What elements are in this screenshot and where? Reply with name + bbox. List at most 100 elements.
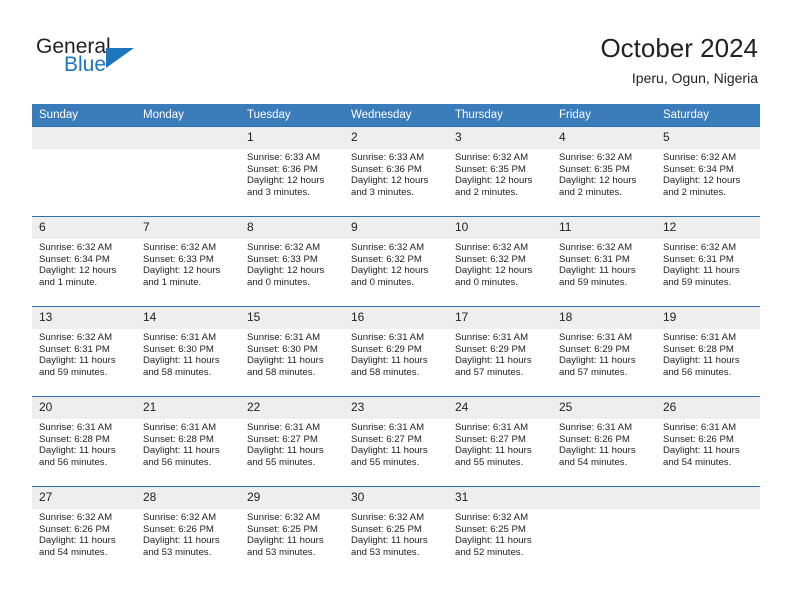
sunset-text: Sunset: 6:27 PM [247, 433, 318, 445]
day-number: 19 [656, 307, 760, 329]
calendar-day-cell[interactable]: 12 Sunrise: 6:32 AM Sunset: 6:31 PM Dayligh… [656, 216, 760, 307]
sunrise-text: Sunrise: 6:32 AM [247, 242, 321, 253]
sunrise-text: Sunrise: 6:31 AM [39, 422, 113, 433]
sunset-text: Sunset: 6:32 PM [455, 253, 526, 265]
daylight-text: Daylight: 12 hours and 3 minutes. [351, 175, 429, 198]
calendar-day-cell[interactable]: 19 Sunrise: 6:31 AM Sunset: 6:28 PM Dayligh… [656, 306, 760, 397]
calendar-day-cell[interactable]: 25 Sunrise: 6:31 AM Sunset: 6:26 PM Dayligh… [552, 396, 656, 487]
calendar-day-cell[interactable]: 23 Sunrise: 6:31 AM Sunset: 6:27 PM Dayligh… [344, 396, 448, 487]
day-details: Sunrise: 6:31 AM Sunset: 6:28 PM Daylight:… [656, 329, 760, 378]
sunset-text: Sunset: 6:26 PM [39, 523, 110, 535]
day-number: 4 [552, 127, 656, 149]
day-number: 9 [344, 217, 448, 239]
day-number [136, 127, 240, 149]
calendar-day-cell[interactable]: 2 Sunrise: 6:33 AM Sunset: 6:36 PM Daylight… [344, 126, 448, 217]
calendar-day-cell[interactable]: 9 Sunrise: 6:32 AM Sunset: 6:32 PM Daylight… [344, 216, 448, 307]
day-number [32, 127, 136, 149]
calendar-day-cell[interactable]: 29 Sunrise: 6:32 AM Sunset: 6:25 PM Dayligh… [240, 486, 344, 576]
daylight-text: Daylight: 12 hours and 1 minute. [39, 265, 117, 288]
day-number: 11 [552, 217, 656, 239]
sunrise-text: Sunrise: 6:32 AM [663, 152, 737, 163]
day-details: Sunrise: 6:31 AM Sunset: 6:27 PM Daylight:… [448, 419, 552, 468]
sunrise-text: Sunrise: 6:33 AM [247, 152, 321, 163]
page-subtitle: Iperu, Ogun, Nigeria [631, 70, 758, 86]
calendar-day-cell[interactable]: 20 Sunrise: 6:31 AM Sunset: 6:28 PM Dayligh… [32, 396, 136, 487]
sunrise-text: Sunrise: 6:32 AM [351, 512, 425, 523]
calendar-day-cell[interactable]: 16 Sunrise: 6:31 AM Sunset: 6:29 PM Dayligh… [344, 306, 448, 397]
sunrise-text: Sunrise: 6:31 AM [143, 422, 217, 433]
day-number: 26 [656, 397, 760, 419]
day-details: Sunrise: 6:33 AM Sunset: 6:36 PM Daylight:… [240, 149, 344, 198]
calendar-day-cell[interactable]: 18 Sunrise: 6:31 AM Sunset: 6:29 PM Dayligh… [552, 306, 656, 397]
day-number [552, 487, 656, 509]
day-details: Sunrise: 6:32 AM Sunset: 6:32 PM Daylight:… [448, 239, 552, 288]
sunset-text: Sunset: 6:29 PM [351, 343, 422, 355]
calendar-day-cell[interactable]: 7 Sunrise: 6:32 AM Sunset: 6:33 PM Daylight… [136, 216, 240, 307]
calendar-day-cell[interactable]: 31 Sunrise: 6:32 AM Sunset: 6:25 PM Dayligh… [448, 486, 552, 576]
day-details: Sunrise: 6:31 AM Sunset: 6:30 PM Daylight:… [136, 329, 240, 378]
day-details: Sunrise: 6:32 AM Sunset: 6:26 PM Daylight:… [136, 509, 240, 558]
day-details: Sunrise: 6:32 AM Sunset: 6:31 PM Daylight:… [32, 329, 136, 378]
calendar-day-cell[interactable]: 30 Sunrise: 6:32 AM Sunset: 6:25 PM Dayligh… [344, 486, 448, 576]
daylight-text: Daylight: 12 hours and 2 minutes. [559, 175, 637, 198]
calendar-day-cell[interactable]: 4 Sunrise: 6:32 AM Sunset: 6:35 PM Daylight… [552, 126, 656, 217]
sunset-text: Sunset: 6:30 PM [143, 343, 214, 355]
day-number: 15 [240, 307, 344, 329]
calendar-day-cell[interactable]: 27 Sunrise: 6:32 AM Sunset: 6:26 PM Dayligh… [32, 486, 136, 576]
day-number: 2 [344, 127, 448, 149]
calendar-day-cell[interactable]: 5 Sunrise: 6:32 AM Sunset: 6:34 PM Daylight… [656, 126, 760, 217]
sunset-text: Sunset: 6:35 PM [455, 163, 526, 175]
daylight-text: Daylight: 11 hours and 52 minutes. [455, 535, 532, 558]
day-number: 5 [656, 127, 760, 149]
sunset-text: Sunset: 6:28 PM [143, 433, 214, 445]
calendar-day-cell[interactable]: 3 Sunrise: 6:32 AM Sunset: 6:35 PM Daylight… [448, 126, 552, 217]
daylight-text: Daylight: 11 hours and 59 minutes. [663, 265, 740, 288]
day-details: Sunrise: 6:31 AM Sunset: 6:29 PM Daylight:… [344, 329, 448, 378]
calendar-day-cell[interactable]: 15 Sunrise: 6:31 AM Sunset: 6:30 PM Dayligh… [240, 306, 344, 397]
calendar-day-cell-empty [136, 126, 240, 217]
daylight-text: Daylight: 11 hours and 53 minutes. [143, 535, 220, 558]
day-details: Sunrise: 6:33 AM Sunset: 6:36 PM Daylight:… [344, 149, 448, 198]
sunset-text: Sunset: 6:26 PM [143, 523, 214, 535]
calendar-day-cell[interactable]: 8 Sunrise: 6:32 AM Sunset: 6:33 PM Daylight… [240, 216, 344, 307]
calendar-header-row: Sunday Monday Tuesday Wednesday Thursday… [32, 104, 760, 127]
day-number: 24 [448, 397, 552, 419]
day-number: 16 [344, 307, 448, 329]
daylight-text: Daylight: 11 hours and 56 minutes. [143, 445, 220, 468]
calendar-day-cell[interactable]: 6 Sunrise: 6:32 AM Sunset: 6:34 PM Daylight… [32, 216, 136, 307]
calendar-week-row: 6 Sunrise: 6:32 AM Sunset: 6:34 PM Daylight… [32, 216, 760, 307]
day-number: 27 [32, 487, 136, 509]
day-number: 28 [136, 487, 240, 509]
calendar-day-cell[interactable]: 1 Sunrise: 6:33 AM Sunset: 6:36 PM Daylight… [240, 126, 344, 217]
daylight-text: Daylight: 11 hours and 54 minutes. [559, 445, 636, 468]
daylight-text: Daylight: 12 hours and 2 minutes. [663, 175, 741, 198]
calendar-day-cell[interactable]: 26 Sunrise: 6:31 AM Sunset: 6:26 PM Dayligh… [656, 396, 760, 487]
calendar-day-cell-empty [656, 486, 760, 576]
sunrise-text: Sunrise: 6:32 AM [351, 242, 425, 253]
daylight-text: Daylight: 11 hours and 56 minutes. [39, 445, 116, 468]
daylight-text: Daylight: 11 hours and 56 minutes. [663, 355, 740, 378]
calendar-day-cell[interactable]: 13 Sunrise: 6:32 AM Sunset: 6:31 PM Dayligh… [32, 306, 136, 397]
sunset-text: Sunset: 6:34 PM [39, 253, 110, 265]
sunset-text: Sunset: 6:35 PM [559, 163, 630, 175]
sunrise-text: Sunrise: 6:32 AM [455, 512, 529, 523]
sunset-text: Sunset: 6:26 PM [663, 433, 734, 445]
calendar-day-cell[interactable]: 24 Sunrise: 6:31 AM Sunset: 6:27 PM Dayligh… [448, 396, 552, 487]
sunset-text: Sunset: 6:31 PM [39, 343, 110, 355]
day-number: 20 [32, 397, 136, 419]
calendar-day-cell[interactable]: 14 Sunrise: 6:31 AM Sunset: 6:30 PM Dayligh… [136, 306, 240, 397]
calendar-day-cell[interactable]: 22 Sunrise: 6:31 AM Sunset: 6:27 PM Dayligh… [240, 396, 344, 487]
calendar-day-cell[interactable]: 28 Sunrise: 6:32 AM Sunset: 6:26 PM Dayligh… [136, 486, 240, 576]
weekday-header-sunday: Sunday [32, 104, 136, 127]
day-number: 7 [136, 217, 240, 239]
daylight-text: Daylight: 11 hours and 58 minutes. [351, 355, 428, 378]
calendar-day-cell[interactable]: 17 Sunrise: 6:31 AM Sunset: 6:29 PM Dayligh… [448, 306, 552, 397]
sunset-text: Sunset: 6:29 PM [455, 343, 526, 355]
calendar-day-cell[interactable]: 10 Sunrise: 6:32 AM Sunset: 6:32 PM Dayligh… [448, 216, 552, 307]
calendar-day-cell-empty [552, 486, 656, 576]
calendar-day-cell[interactable]: 21 Sunrise: 6:31 AM Sunset: 6:28 PM Dayligh… [136, 396, 240, 487]
sunrise-text: Sunrise: 6:31 AM [559, 332, 633, 343]
day-details: Sunrise: 6:32 AM Sunset: 6:26 PM Daylight:… [32, 509, 136, 558]
calendar-day-cell[interactable]: 11 Sunrise: 6:32 AM Sunset: 6:31 PM Dayligh… [552, 216, 656, 307]
sunrise-text: Sunrise: 6:32 AM [455, 152, 529, 163]
